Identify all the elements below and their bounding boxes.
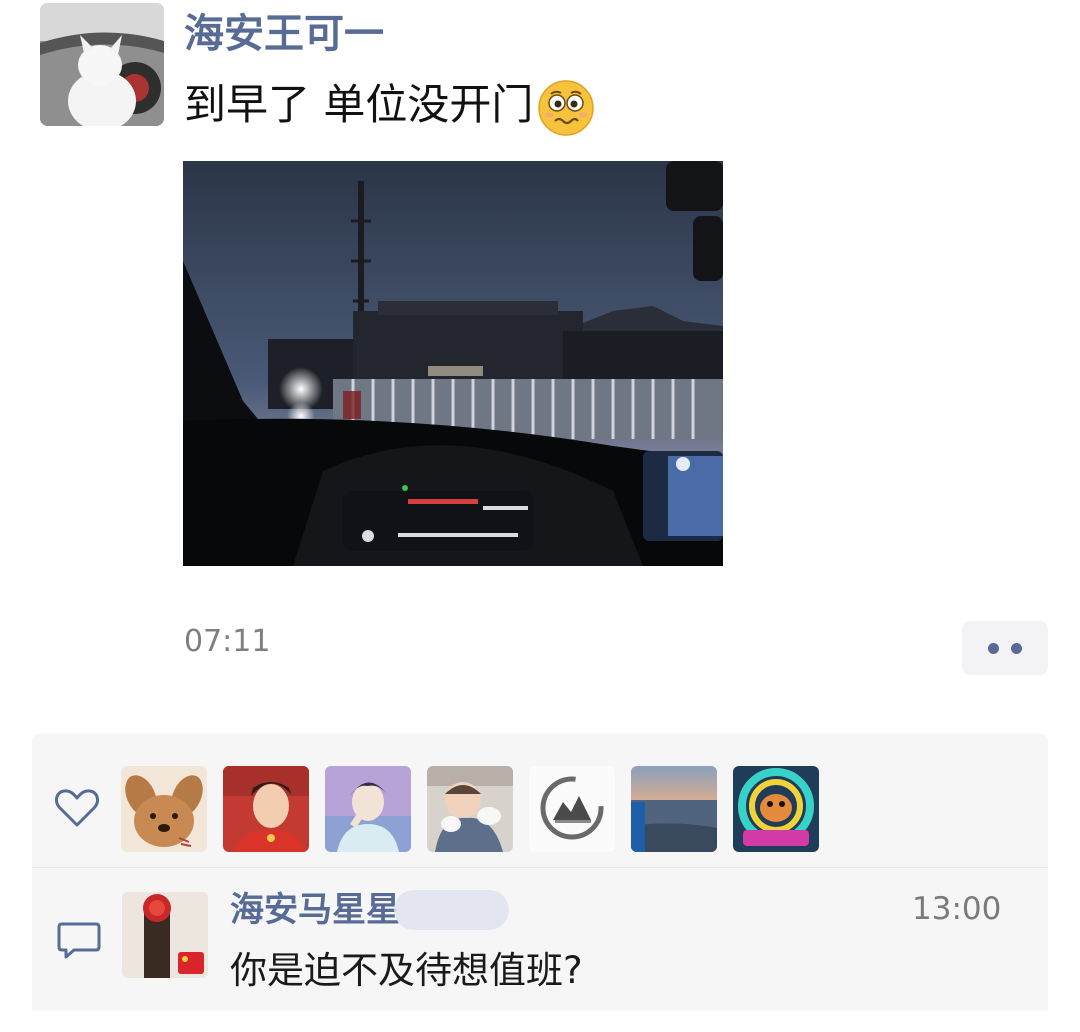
neon-cartoon-avatar-icon <box>733 766 819 852</box>
post-text: 到早了 单位没开门 <box>184 76 595 137</box>
commenter-avatar[interactable] <box>122 892 208 978</box>
commenter-name[interactable]: 海安马星星 <box>230 888 400 932</box>
liker-avatar-7[interactable] <box>733 766 819 852</box>
more-dot-icon <box>988 642 999 654</box>
comment-bubble-icon <box>57 922 101 959</box>
likes-panel <box>32 734 1048 867</box>
sunset-beach-avatar-icon <box>631 766 717 852</box>
post-photo[interactable] <box>183 161 723 566</box>
ink-landscape-avatar-icon <box>529 766 615 852</box>
heart-icon <box>55 789 99 827</box>
comment-text: 你是迫不及待想值班? <box>230 949 583 992</box>
author-avatar[interactable] <box>40 3 164 126</box>
baby-avatar-icon <box>427 766 513 852</box>
liker-avatar-5[interactable] <box>529 766 615 852</box>
liker-avatar-4[interactable] <box>427 766 513 852</box>
liker-avatar-1[interactable] <box>121 766 207 852</box>
author-avatar-image <box>40 3 164 126</box>
comment-panel: 海安马星星 13:00 你是迫不及待想值班? <box>32 868 1048 1010</box>
cartoon-dog-avatar-icon <box>121 766 207 852</box>
car-dashboard-photo-image <box>183 161 723 566</box>
commenter-avatar-image <box>122 892 208 978</box>
more-actions-button[interactable] <box>962 621 1048 675</box>
name-redaction-blur <box>394 890 509 930</box>
comment-timestamp: 13:00 <box>912 891 1002 927</box>
post-text-content: 到早了 单位没开门 <box>184 80 534 129</box>
author-name[interactable]: 海安王可一 <box>184 8 384 60</box>
boy-red-outfit-avatar-icon <box>223 766 309 852</box>
liker-avatar-6[interactable] <box>631 766 717 852</box>
post-timestamp: 07:11 <box>184 624 271 659</box>
more-dot-icon <box>1011 642 1022 654</box>
moments-post: 海安王可一 到早了 单位没开门 07:11 海安马星星 13:00 你是迫不及待… <box>0 0 1080 1032</box>
anime-boy-avatar-icon <box>325 766 411 852</box>
liker-avatar-3[interactable] <box>325 766 411 852</box>
woozy-face-emoji-icon <box>538 79 595 136</box>
liker-avatar-2[interactable] <box>223 766 309 852</box>
